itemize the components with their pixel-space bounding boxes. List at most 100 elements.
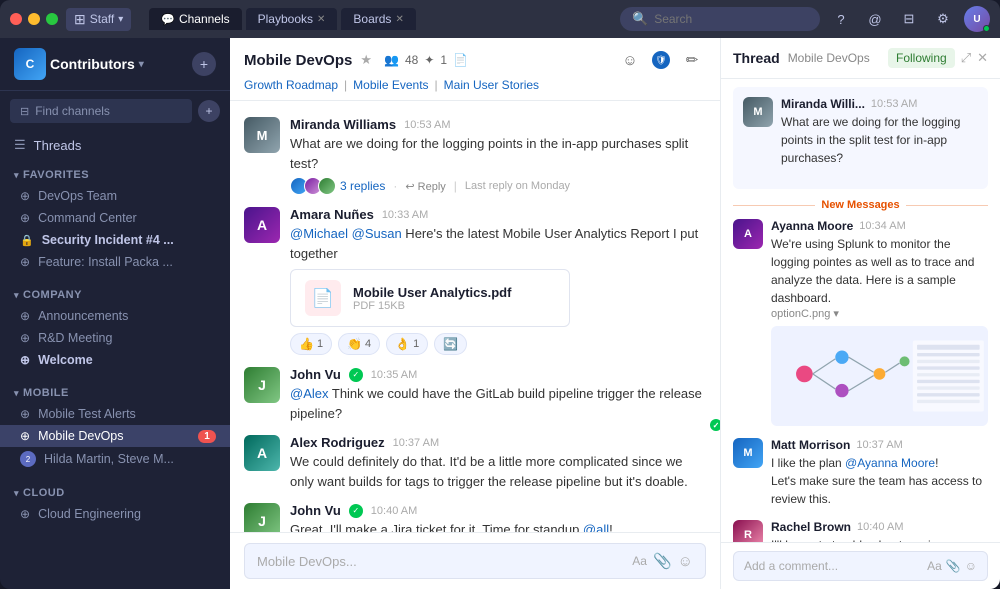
user-avatar[interactable]: U (964, 6, 990, 32)
workspace-logo: C (14, 48, 46, 80)
sidebar-item-cloud-engineering[interactable]: ⊕ Cloud Engineering (0, 503, 230, 525)
sidebar-item-devops-team[interactable]: ⊕ DevOps Team (0, 185, 230, 207)
search-bar[interactable]: 🔍 (620, 7, 820, 31)
sidebar-item-announcements[interactable]: ⊕ Announcements (0, 305, 230, 327)
search-input[interactable] (654, 12, 794, 26)
message-content: Miranda Williams 10:53 AM What are we do… (290, 117, 706, 195)
title-bar: ⊞ Staff ▾ 💬 Channels Playbooks ✕ Boards … (0, 0, 1000, 38)
tag-mobile-events[interactable]: Mobile Events (353, 78, 428, 92)
sidebar-item-security-incident[interactable]: 🔒 Security Incident #4 ... (0, 229, 230, 251)
star-count-icon: ✦ (424, 53, 434, 67)
close-boards-tab[interactable]: ✕ (395, 14, 403, 25)
members-icon: 👥 (384, 53, 399, 67)
channel-header: Mobile DevOps ★ 👥 48 ✦ 1 📄 ☺ 🛡 ✏ (230, 38, 720, 101)
emoji-icon[interactable]: ☺ (965, 559, 977, 573)
shield-icon[interactable]: 🛡 (652, 51, 670, 69)
emoji-icon[interactable]: ☺ (616, 46, 644, 74)
sidebar-item-welcome[interactable]: ⊕ Welcome (0, 349, 230, 371)
globe-icon: ⊕ (20, 189, 30, 203)
message-header: John Vu ✓ 10:35 AM (290, 367, 706, 382)
tab-bar: 💬 Channels Playbooks ✕ Boards ✕ (149, 8, 416, 30)
settings-icon[interactable]: ⚙ (930, 6, 956, 32)
emoji-icon[interactable]: ☺ (678, 553, 693, 570)
input-icons: Aa 📎 ☺ (632, 552, 693, 570)
reply-avatar (318, 177, 336, 195)
company-label[interactable]: COMPANY (0, 285, 230, 305)
message-text: @Alex Think we could have the GitLab bui… (290, 384, 706, 423)
tab-playbooks[interactable]: Playbooks ✕ (246, 8, 338, 30)
tag-growth-roadmap[interactable]: Growth Roadmap (244, 78, 338, 92)
avatar: J ✓ (244, 367, 280, 403)
sidebar-item-rd-meeting[interactable]: ⊕ R&D Meeting (0, 327, 230, 349)
close-playbooks-tab[interactable]: ✕ (317, 14, 325, 25)
message-content: Alex Rodriguez 10:37 AM We could definit… (290, 435, 706, 491)
message-header: Miranda Williams 10:53 AM (290, 117, 706, 132)
thread-header: Thread Mobile DevOps Following ⤢ ✕ (721, 38, 1000, 79)
message-input-box[interactable]: Aa 📎 ☺ (244, 543, 706, 579)
online-status (983, 25, 990, 32)
globe-icon: ⊕ (20, 353, 30, 367)
help-icon[interactable]: ? (828, 6, 854, 32)
thread-message: M Miranda Willi... 10:53 AM What are we … (743, 97, 978, 167)
avatar: M (244, 117, 280, 153)
threads-link[interactable]: ☰ Threads (0, 131, 230, 159)
sidebar-item-mobile-test-alerts[interactable]: ⊕ Mobile Test Alerts (0, 403, 230, 425)
reaction-clap[interactable]: 👏 4 (338, 333, 380, 355)
thread-comment-input[interactable] (744, 559, 921, 573)
tag-main-user-stories[interactable]: Main User Stories (444, 78, 539, 92)
sidebar-item-dm-hilda[interactable]: 2 Hilda Martin, Steve M... (0, 447, 230, 471)
sidebar-item-command-center[interactable]: ⊕ Command Center (0, 207, 230, 229)
favorites-label[interactable]: FAVORITES (0, 165, 230, 185)
messages-area: M Miranda Williams 10:53 AM What are we … (230, 101, 720, 532)
thread-input-box[interactable]: Aa 📎 ☺ (733, 551, 988, 581)
sidebar-item-feature-install[interactable]: ⊕ Feature: Install Packa ... (0, 251, 230, 273)
add-channel-button[interactable]: + (192, 52, 216, 76)
thread-input-icons: Aa 📎 ☺ (927, 559, 977, 573)
file-attachment[interactable]: 📄 Mobile User Analytics.pdf PDF 15KB (290, 269, 570, 327)
edit-icon[interactable]: ✏ (678, 46, 706, 74)
avatar: J (244, 503, 280, 532)
message-content: Matt Morrison 10:37 AM I like the plan @… (771, 438, 988, 508)
avatar: A (733, 219, 763, 249)
thread-message: A Ayanna Moore 10:34 AM We're using Splu… (733, 219, 988, 426)
reaction-ok[interactable]: 👌 1 (386, 333, 428, 355)
message-input[interactable] (257, 554, 624, 569)
doc-icon: 📄 (453, 53, 468, 67)
following-button[interactable]: Following (888, 48, 955, 68)
close-thread-icon[interactable]: ✕ (977, 50, 988, 66)
channel-meta: 👥 48 ✦ 1 📄 (384, 53, 468, 67)
mobile-label[interactable]: MOBILE (0, 383, 230, 403)
add-button[interactable]: + (198, 100, 220, 122)
maximize-button[interactable] (46, 13, 58, 25)
sidebar: C Contributors ▾ + ⊟ Find channels + ☰ T… (0, 38, 230, 589)
attachment-icon[interactable]: 📎 (653, 552, 672, 570)
close-button[interactable] (10, 13, 22, 25)
image-caption[interactable]: optionC.png ▾ (771, 307, 988, 320)
avatar: A (244, 207, 280, 243)
globe-icon: ⊕ (20, 331, 30, 345)
bookmark-icon[interactable]: ⊟ (896, 6, 922, 32)
thread-replies[interactable]: 3 replies · ↩ Reply | Last reply on Mond… (290, 177, 706, 195)
sidebar-item-mobile-devops[interactable]: ⊕ Mobile DevOps 1 (0, 425, 230, 447)
message-row: A Alex Rodriguez 10:37 AM We could defin… (230, 429, 720, 497)
message-header: Rachel Brown 10:40 AM (771, 520, 988, 534)
tab-boards[interactable]: Boards ✕ (341, 8, 415, 30)
resize-icon[interactable]: ⤢ (961, 50, 971, 66)
workspace-switcher[interactable]: ⊞ Staff ▾ (66, 8, 131, 31)
app-window: ⊞ Staff ▾ 💬 Channels Playbooks ✕ Boards … (0, 0, 1000, 589)
message-text: I like the plan @Ayanna Moore!Let's make… (771, 454, 988, 508)
minimize-button[interactable] (28, 13, 40, 25)
reaction-cycle[interactable]: 🔄 (434, 333, 467, 355)
chart-svg (771, 326, 988, 426)
find-channels-input[interactable]: ⊟ Find channels (10, 99, 192, 123)
thread-message: R Rachel Brown 10:40 AM I'll be on to tr… (733, 520, 988, 542)
tab-channels[interactable]: 💬 Channels (149, 8, 241, 30)
mention-icon[interactable]: @ (862, 6, 888, 32)
workspace-name[interactable]: C Contributors ▾ (14, 48, 144, 80)
reply-label[interactable]: ↩ Reply (405, 180, 445, 193)
attachment-icon[interactable]: 📎 (946, 559, 961, 573)
globe-icon: ⊕ (20, 507, 30, 521)
cloud-label[interactable]: CLOUD (0, 483, 230, 503)
star-icon[interactable]: ★ (360, 52, 372, 68)
reaction-thumbs-up[interactable]: 👍 1 (290, 333, 332, 355)
